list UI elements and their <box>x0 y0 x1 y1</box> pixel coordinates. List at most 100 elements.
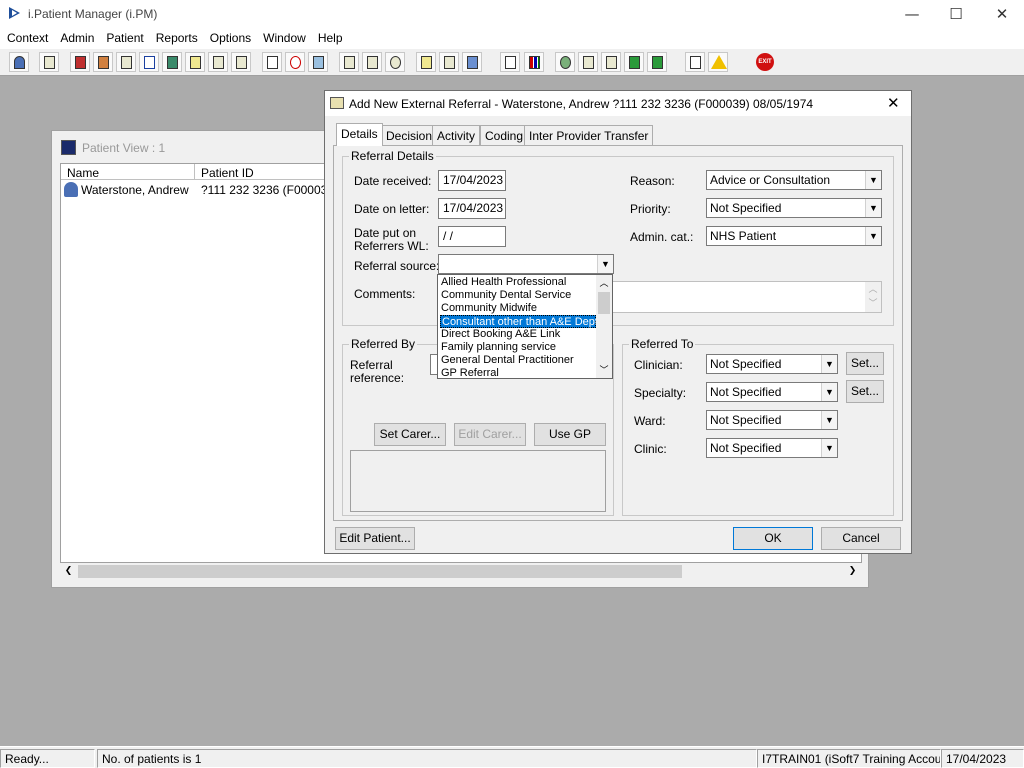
warning-icon[interactable] <box>708 52 728 72</box>
approve-icon[interactable] <box>601 52 621 72</box>
scroll-down-icon[interactable]: ﹀ <box>596 363 612 376</box>
set-carer-button[interactable]: Set Carer... <box>374 423 446 446</box>
staff-icon[interactable] <box>462 52 482 72</box>
chevron-down-icon[interactable]: ▼ <box>865 227 881 245</box>
chevron-down-icon[interactable]: ▼ <box>865 199 881 217</box>
minimize-button[interactable]: — <box>889 0 935 28</box>
exit-icon[interactable]: EXIT <box>755 52 775 72</box>
clock-icon[interactable] <box>285 52 305 72</box>
priority-select[interactable]: Not Specified ▼ <box>706 198 882 218</box>
scroll-left-icon[interactable]: ❮ <box>60 566 77 576</box>
chevron-down-icon[interactable]: ▼ <box>821 439 837 457</box>
admin-cat-select[interactable]: NHS Patient ▼ <box>706 226 882 246</box>
use-gp-button[interactable]: Use GP <box>534 423 606 446</box>
bar-chart-icon[interactable] <box>524 52 544 72</box>
dialog-close-icon[interactable]: ✕ <box>887 94 900 112</box>
scroll-down-icon[interactable]: ﹀ <box>865 296 881 309</box>
list-item[interactable]: Community Midwife <box>440 302 596 315</box>
ambulance-icon[interactable] <box>439 52 459 72</box>
list-item[interactable]: Family planning service <box>440 341 596 354</box>
tab-inter-provider-transfer[interactable]: Inter Provider Transfer <box>524 125 654 145</box>
list-item[interactable]: GP Referral <box>440 367 596 378</box>
menu-options[interactable]: Options <box>204 28 257 49</box>
scroll-up-icon[interactable]: ︿ <box>865 282 881 295</box>
menu-help[interactable]: Help <box>312 28 349 49</box>
list-item[interactable]: Community Dental Service <box>440 289 596 302</box>
notes-icon[interactable] <box>416 52 436 72</box>
column-header-name[interactable]: Name <box>61 164 195 180</box>
reason-select[interactable]: Advice or Consultation ▼ <box>706 170 882 190</box>
check-list-icon[interactable] <box>578 52 598 72</box>
print-icon[interactable] <box>39 52 59 72</box>
monitor-icon[interactable] <box>308 52 328 72</box>
clinician-label: Clinician: <box>634 358 683 372</box>
date-put-on-field[interactable]: / / <box>438 226 506 247</box>
globe-icon[interactable] <box>555 52 575 72</box>
list-item[interactable]: Direct Booking A&E Link <box>440 328 596 341</box>
edit-patient-button[interactable]: Edit Patient... <box>335 527 415 550</box>
dropdown-scroll-thumb[interactable] <box>598 292 610 314</box>
close-button[interactable]: ✕ <box>979 0 1024 28</box>
date-received-field[interactable]: 17/04/2023 <box>438 170 506 191</box>
menu-reports[interactable]: Reports <box>150 28 204 49</box>
tab-activity[interactable]: Activity <box>432 125 481 145</box>
scroll-thumb[interactable] <box>78 565 682 578</box>
referral-source-dropdown[interactable]: Allied Health Professional Community Den… <box>437 274 613 379</box>
list-item[interactable]: General Dental Practitioner <box>440 354 596 367</box>
transfer-icon[interactable] <box>685 52 705 72</box>
chevron-down-icon[interactable]: ▼ <box>821 411 837 429</box>
tab-coding[interactable]: Coding <box>480 125 529 145</box>
admin-cat-value: NHS Patient <box>710 229 777 243</box>
horizontal-scrollbar[interactable]: ❮ ❯ <box>60 563 862 580</box>
search-icon[interactable] <box>262 52 282 72</box>
scroll-up-icon[interactable]: ︿ <box>596 276 612 289</box>
menu-window[interactable]: Window <box>257 28 312 49</box>
menu-patient[interactable]: Patient <box>100 28 149 49</box>
tab-details[interactable]: Details <box>336 123 383 146</box>
list-item[interactable]: Consultant other than A&E Dept <box>440 315 598 328</box>
menu-context[interactable]: Context <box>1 28 54 49</box>
set-clinician-button[interactable]: Set... <box>846 352 884 375</box>
ok-button[interactable]: OK <box>733 527 813 550</box>
patient-name-cell: Waterstone, Andrew <box>81 183 189 197</box>
ward-select[interactable]: Not Specified ▼ <box>706 410 838 430</box>
chevron-down-icon[interactable]: ▼ <box>821 383 837 401</box>
green-refresh-icon[interactable] <box>647 52 667 72</box>
referral-source-select[interactable]: ▼ <box>438 254 614 274</box>
specialty-select[interactable]: Not Specified ▼ <box>706 382 838 402</box>
chevron-down-icon[interactable]: ▼ <box>865 171 881 189</box>
referral-reference-label: Referral <box>350 358 393 372</box>
cancel-button[interactable]: Cancel <box>821 527 901 550</box>
schedule-icon[interactable] <box>362 52 382 72</box>
dropdown-scrollbar[interactable]: ︿ ﹀ <box>596 275 612 378</box>
person-search-icon[interactable] <box>162 52 182 72</box>
chevron-down-icon[interactable]: ▼ <box>597 255 613 273</box>
maximize-button[interactable]: ☐ <box>933 0 979 28</box>
patient-view-icon <box>61 140 76 155</box>
page-icon[interactable] <box>500 52 520 72</box>
set-specialty-button[interactable]: Set... <box>846 380 884 403</box>
edit-book-icon[interactable] <box>93 52 113 72</box>
scroll-right-icon[interactable]: ❯ <box>844 566 861 576</box>
document-list-icon[interactable] <box>116 52 136 72</box>
list-item[interactable]: Allied Health Professional <box>440 276 596 289</box>
bed-icon[interactable] <box>231 52 251 72</box>
date-on-letter-field[interactable]: 17/04/2023 <box>438 198 506 219</box>
stretcher-icon[interactable] <box>208 52 228 72</box>
dial-icon[interactable] <box>385 52 405 72</box>
clinician-select[interactable]: Not Specified ▼ <box>706 354 838 374</box>
note-icon[interactable] <box>185 52 205 72</box>
calendar-icon[interactable] <box>339 52 359 72</box>
comments-scrollbar[interactable]: ︿ ﹀ <box>865 282 881 312</box>
tab-decision[interactable]: Decision <box>381 125 438 145</box>
edit-carer-button[interactable]: Edit Carer... <box>454 423 526 446</box>
clinic-select[interactable]: Not Specified ▼ <box>706 438 838 458</box>
green-check-icon[interactable] <box>624 52 644 72</box>
menu-admin[interactable]: Admin <box>54 28 100 49</box>
date-received-label: Date received: <box>354 174 432 188</box>
chevron-down-icon[interactable]: ▼ <box>821 355 837 373</box>
m-icon[interactable] <box>139 52 159 72</box>
book-icon[interactable] <box>70 52 90 72</box>
patient-icon[interactable] <box>9 52 29 72</box>
app-title: i.Patient Manager (i.PM) <box>28 7 158 21</box>
